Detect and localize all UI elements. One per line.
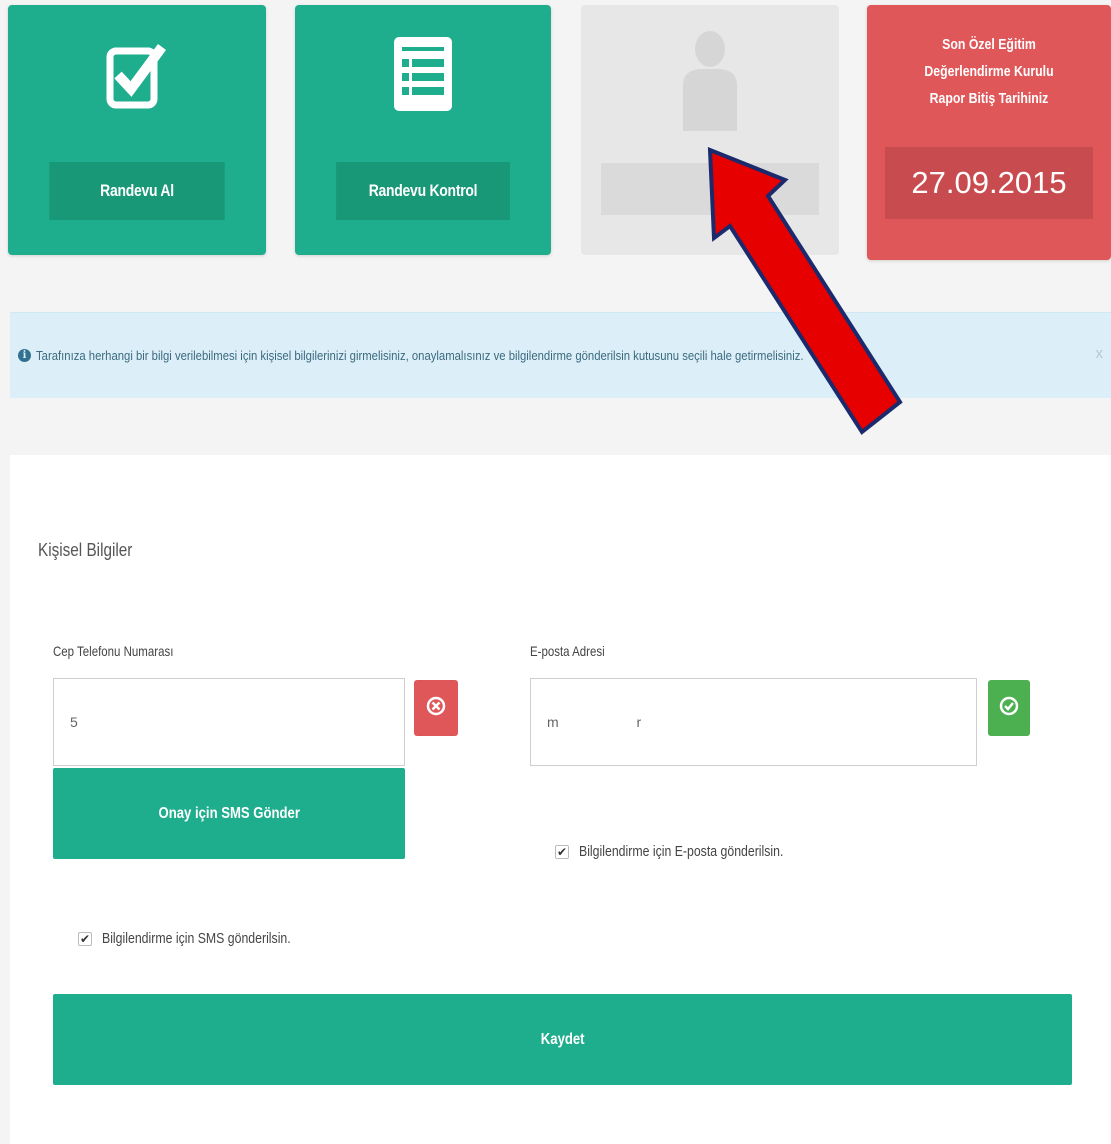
email-valid-button[interactable] <box>988 680 1030 736</box>
phone-input[interactable]: 5 <box>53 678 405 766</box>
report-title: Son Özel Eğitim Değerlendirme Kurulu Rap… <box>924 36 1054 107</box>
randevu-kontrol-tile[interactable]: Randevu Kontrol <box>295 5 551 255</box>
section-title: Kişisel Bilgiler <box>38 540 133 560</box>
randevu-kontrol-label: Randevu Kontrol <box>336 162 510 220</box>
annotation-arrow <box>707 146 903 435</box>
save-button[interactable]: Kaydet <box>53 994 1072 1085</box>
email-label: E-posta Adresi <box>530 643 605 659</box>
checkbox-icon <box>104 37 170 118</box>
sms-notify-label: Bilgilendirme için SMS gönderilsin. <box>102 930 291 947</box>
list-icon <box>390 33 456 120</box>
sms-notify-checkbox[interactable]: ✔ Bilgilendirme için SMS gönderilsin. <box>78 930 332 947</box>
info-icon: i <box>18 349 31 362</box>
checkbox-email[interactable]: ✔ <box>555 844 569 859</box>
info-alert: i Tarafınıza herhangi bir bilgi verilebi… <box>10 312 1111 398</box>
email-input[interactable]: m r <box>530 678 977 766</box>
email-value: m r <box>547 714 642 730</box>
randevu-al-tile[interactable]: Randevu Al <box>8 5 266 255</box>
close-circle-icon <box>426 696 446 721</box>
email-notify-label: Bilgilendirme için E-posta gönderilsin. <box>579 843 784 860</box>
send-sms-button[interactable]: Onay için SMS Gönder <box>53 768 405 859</box>
personal-info-panel: Kişisel Bilgiler Cep Telefonu Numarası 5… <box>10 455 1111 1144</box>
phone-label: Cep Telefonu Numarası <box>53 643 174 659</box>
phone-invalid-button[interactable] <box>414 680 458 736</box>
check-circle-icon <box>999 696 1019 721</box>
close-icon[interactable]: x <box>1096 345 1104 362</box>
phone-value: 5 <box>70 714 78 730</box>
checkbox-sms[interactable]: ✔ <box>78 931 92 946</box>
person-icon <box>675 23 745 138</box>
randevu-al-label: Randevu Al <box>49 162 225 220</box>
email-notify-checkbox[interactable]: ✔ Bilgilendirme için E-posta gönderilsin… <box>555 843 828 860</box>
alert-text: Tarafınıza herhangi bir bilgi verilebilm… <box>36 348 804 363</box>
